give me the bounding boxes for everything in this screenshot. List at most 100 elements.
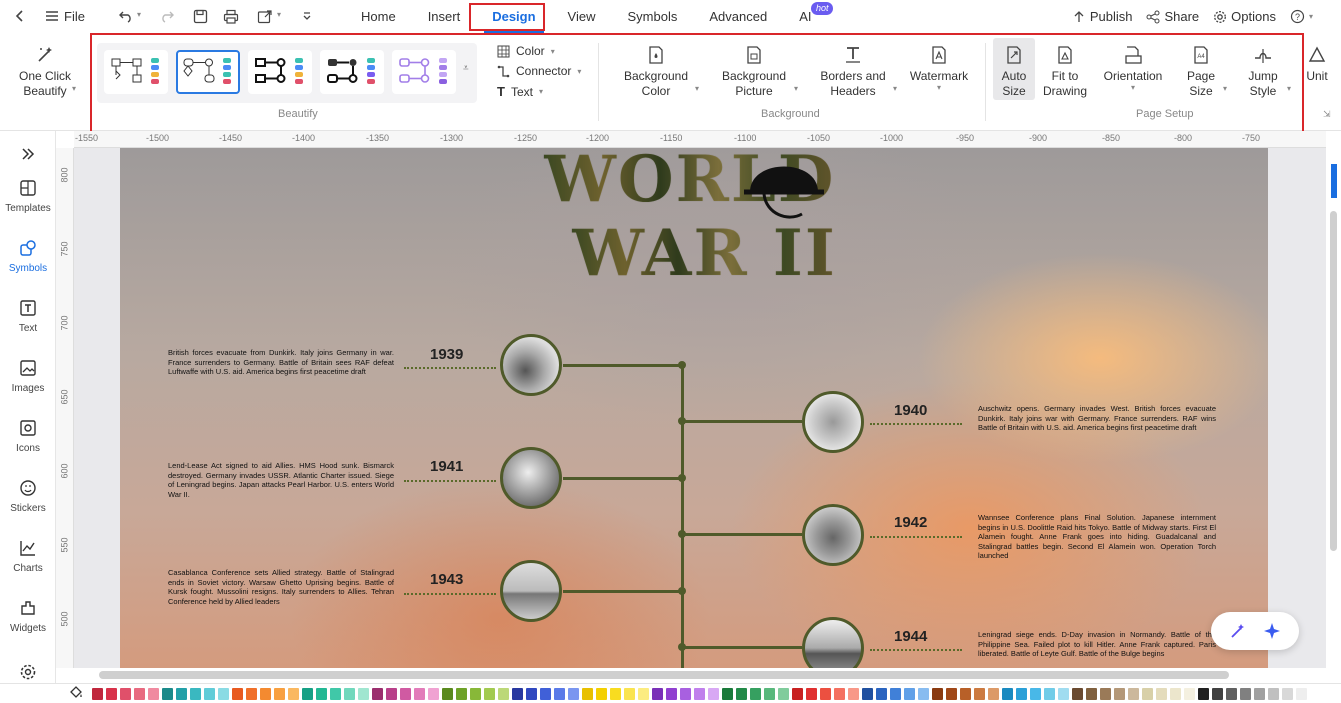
event-1940-year[interactable]: 1940: [894, 402, 927, 419]
horizontal-scroll-thumb[interactable]: [99, 671, 1229, 679]
auto-size-button[interactable]: Auto Size: [993, 38, 1035, 100]
color-swatch[interactable]: [372, 687, 383, 700]
color-swatch[interactable]: [498, 687, 509, 700]
color-swatch[interactable]: [890, 687, 901, 700]
event-1939-year[interactable]: 1939: [430, 346, 463, 363]
color-swatch[interactable]: [484, 687, 495, 700]
color-swatch[interactable]: [428, 687, 439, 700]
event-1944-text[interactable]: Leningrad siege ends. D-Day invasion in …: [978, 630, 1216, 659]
orientation-button[interactable]: Orientation ▾: [1098, 44, 1168, 92]
event-1939-text[interactable]: British forces evacuate from Dunkirk. It…: [168, 348, 394, 377]
watermark-button[interactable]: Watermark ▾: [906, 44, 972, 92]
export-icon[interactable]: [253, 4, 277, 28]
color-swatch[interactable]: [176, 687, 187, 700]
export-dropdown-icon[interactable]: ▾: [277, 10, 281, 19]
color-swatch[interactable]: [624, 687, 635, 700]
color-swatch[interactable]: [778, 687, 789, 700]
color-swatch[interactable]: [526, 687, 537, 700]
color-swatch[interactable]: [722, 687, 733, 700]
color-swatch[interactable]: [764, 687, 775, 700]
color-swatch[interactable]: [848, 687, 859, 700]
color-swatch[interactable]: [1156, 687, 1167, 700]
color-swatch[interactable]: [1184, 687, 1195, 700]
color-swatch[interactable]: [1142, 687, 1153, 700]
event-1942-photo[interactable]: [802, 504, 864, 566]
color-swatch[interactable]: [862, 687, 873, 700]
color-swatch[interactable]: [1030, 687, 1041, 700]
color-swatch[interactable]: [834, 687, 845, 700]
color-swatch[interactable]: [1058, 687, 1069, 700]
color-swatch[interactable]: [218, 687, 229, 700]
tab-insert[interactable]: Insert: [412, 0, 477, 33]
color-swatch[interactable]: [820, 687, 831, 700]
print-icon[interactable]: [219, 4, 243, 28]
jump-style-caret-icon[interactable]: ▾: [1287, 84, 1291, 93]
color-swatch[interactable]: [1226, 687, 1237, 700]
background-color-caret-icon[interactable]: ▾: [695, 84, 699, 93]
jump-style-button[interactable]: Jump Style: [1241, 44, 1285, 99]
color-swatch[interactable]: [442, 687, 453, 700]
event-1943-text[interactable]: Casablanca Conference sets Allied strate…: [168, 568, 394, 606]
undo-dropdown-icon[interactable]: ▾: [137, 10, 141, 19]
color-swatch[interactable]: [358, 687, 369, 700]
page-size-button[interactable]: A4 Page Size: [1180, 44, 1222, 99]
one-click-dropdown-icon[interactable]: ▾: [72, 84, 76, 93]
color-swatch[interactable]: [386, 687, 397, 700]
color-swatch[interactable]: [694, 687, 705, 700]
color-swatch[interactable]: [946, 687, 957, 700]
background-picture-caret-icon[interactable]: ▾: [794, 84, 798, 93]
color-swatch[interactable]: [456, 687, 467, 700]
event-1940-text[interactable]: Auschwitz opens. Germany invades West. B…: [978, 404, 1216, 433]
page-size-caret-icon[interactable]: ▾: [1223, 84, 1227, 93]
background-picture-button[interactable]: Background Picture: [716, 44, 792, 99]
color-swatch[interactable]: [148, 687, 159, 700]
color-swatch[interactable]: [1296, 687, 1307, 700]
style-preset-3[interactable]: [248, 50, 312, 94]
color-swatch[interactable]: [1212, 687, 1223, 700]
color-swatch[interactable]: [806, 687, 817, 700]
color-swatch[interactable]: [204, 687, 215, 700]
color-swatch[interactable]: [1002, 687, 1013, 700]
color-swatch[interactable]: [568, 687, 579, 700]
color-swatch[interactable]: [596, 687, 607, 700]
tab-home[interactable]: Home: [345, 0, 412, 33]
color-swatch[interactable]: [1086, 687, 1097, 700]
color-swatch[interactable]: [106, 687, 117, 700]
color-swatch[interactable]: [1282, 687, 1293, 700]
horizontal-scrollbar[interactable]: [74, 668, 1326, 683]
tab-symbols[interactable]: Symbols: [612, 0, 694, 33]
options-button[interactable]: Options: [1213, 9, 1276, 24]
color-swatch[interactable]: [974, 687, 985, 700]
back-icon[interactable]: [8, 4, 32, 28]
color-swatch[interactable]: [400, 687, 411, 700]
color-swatch[interactable]: [582, 687, 593, 700]
sidebar-expand[interactable]: [0, 143, 56, 169]
style-preset-1[interactable]: [104, 50, 168, 94]
color-swatch[interactable]: [1268, 687, 1279, 700]
color-swatch[interactable]: [274, 687, 285, 700]
event-1941-year[interactable]: 1941: [430, 458, 463, 475]
color-swatch[interactable]: [1072, 687, 1083, 700]
tab-design[interactable]: Design: [476, 0, 551, 33]
style-preset-4[interactable]: [320, 50, 384, 94]
helmet-icon[interactable]: [742, 148, 826, 224]
color-swatch[interactable]: [1254, 687, 1265, 700]
color-swatch[interactable]: [1114, 687, 1125, 700]
sidebar-item-widgets[interactable]: Widgets: [0, 597, 56, 634]
background-color-button[interactable]: Background Color: [617, 44, 695, 99]
sidebar-item-templates[interactable]: Templates: [0, 177, 56, 214]
color-swatch[interactable]: [414, 687, 425, 700]
color-swatch[interactable]: [1170, 687, 1181, 700]
menu-icon[interactable]: [40, 4, 64, 28]
color-swatch[interactable]: [652, 687, 663, 700]
color-swatch[interactable]: [232, 687, 243, 700]
ribbon-expand-icon[interactable]: ⇲: [1323, 109, 1331, 120]
event-1944-year[interactable]: 1944: [894, 628, 927, 645]
color-swatch[interactable]: [932, 687, 943, 700]
color-swatch[interactable]: [1198, 687, 1209, 700]
color-swatch[interactable]: [1100, 687, 1111, 700]
borders-headers-button[interactable]: Borders and Headers: [813, 44, 893, 99]
color-swatch[interactable]: [610, 687, 621, 700]
color-swatch[interactable]: [246, 687, 257, 700]
color-swatch[interactable]: [92, 687, 103, 700]
